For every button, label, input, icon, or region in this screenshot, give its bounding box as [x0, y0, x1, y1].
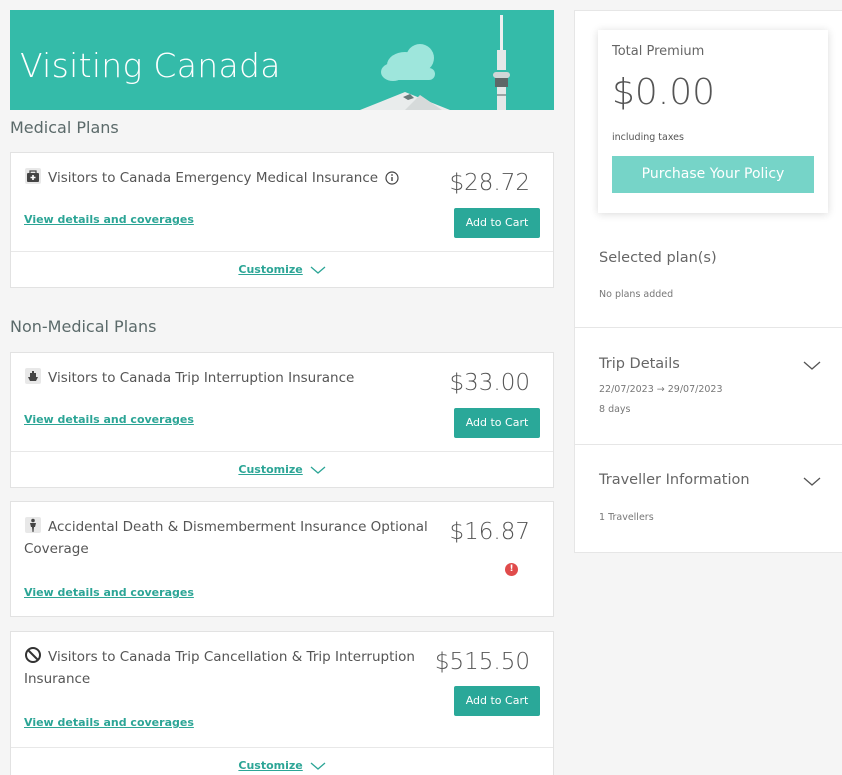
traveller-information-title[interactable]: Traveller Information: [599, 472, 750, 488]
customize-toggle[interactable]: Customize: [11, 747, 553, 775]
person-icon: [25, 517, 41, 533]
divider: [574, 444, 842, 445]
ship-icon: [25, 368, 41, 384]
non-medical-plans-heading: Non-Medical Plans: [10, 317, 157, 336]
no-entry-icon: [25, 647, 41, 663]
divider: [574, 327, 842, 328]
add-to-cart-button[interactable]: Add to Cart: [454, 208, 540, 238]
plan-card-trip-cancellation: Visitors to Canada Trip Cancellation & T…: [10, 631, 554, 775]
plan-card-emergency-medical: Visitors to Canada Emergency Medical Ins…: [10, 152, 554, 288]
customize-toggle[interactable]: Customize: [11, 251, 553, 288]
chevron-down-icon: [310, 266, 326, 274]
banner: Visiting Canada: [10, 10, 554, 110]
view-details-link[interactable]: View details and coverages: [24, 716, 194, 729]
chevron-down-icon: [310, 762, 326, 770]
medical-kit-icon: [25, 168, 41, 184]
warning-icon[interactable]: !: [505, 563, 518, 576]
customize-label[interactable]: Customize: [238, 759, 302, 772]
selected-plans-title: Selected plan(s): [599, 250, 717, 266]
plan-name-line2: Coverage: [24, 541, 89, 557]
plan-price: $33.00: [449, 370, 530, 396]
medical-plans-heading: Medical Plans: [10, 118, 119, 137]
traveller-count: 1 Travellers: [599, 512, 654, 523]
add-to-cart-button[interactable]: Add to Cart: [454, 408, 540, 438]
trip-details-title[interactable]: Trip Details: [599, 356, 680, 372]
plan-price: $28.72: [449, 170, 530, 196]
including-taxes-label: including taxes: [612, 132, 684, 143]
page-title: Visiting Canada: [20, 46, 281, 85]
plan-card-trip-interruption: Visitors to Canada Trip Interruption Ins…: [10, 352, 554, 488]
customize-label[interactable]: Customize: [238, 463, 302, 476]
purchase-policy-button[interactable]: Purchase Your Policy: [612, 156, 814, 193]
customize-toggle[interactable]: Customize: [11, 451, 553, 488]
trip-details-chevron-down-icon[interactable]: [803, 360, 821, 371]
plan-name-line1: Visitors to Canada Trip Cancellation & T…: [48, 649, 415, 665]
plan-name-line2: Insurance: [24, 671, 91, 687]
plan-name: Visitors to Canada Trip Interruption Ins…: [48, 370, 355, 386]
customize-label[interactable]: Customize: [238, 263, 302, 276]
total-premium-amount: $0.00: [612, 72, 716, 113]
add-to-cart-button[interactable]: Add to Cart: [454, 686, 540, 716]
view-details-link[interactable]: View details and coverages: [24, 213, 194, 226]
chevron-down-icon: [310, 466, 326, 474]
no-plans-text: No plans added: [599, 289, 674, 300]
plan-price: $16.87: [449, 519, 530, 545]
info-icon[interactable]: [385, 171, 399, 185]
premium-card: Total Premium $0.00 including taxes Purc…: [598, 30, 828, 213]
trip-dates: 22/07/2023 → 29/07/2023: [599, 384, 723, 395]
plan-card-accidental-death: Accidental Death & Dismemberment Insuran…: [10, 501, 554, 617]
view-details-link[interactable]: View details and coverages: [24, 413, 194, 426]
trip-length: 8 days: [599, 404, 631, 415]
plan-price: $515.50: [434, 649, 530, 675]
view-details-link[interactable]: View details and coverages: [24, 586, 194, 599]
plan-name: Visitors to Canada Emergency Medical Ins…: [48, 170, 379, 186]
total-premium-label: Total Premium: [612, 44, 705, 59]
traveller-chevron-down-icon[interactable]: [803, 476, 821, 487]
plan-name-line1: Accidental Death & Dismemberment Insuran…: [48, 519, 428, 535]
